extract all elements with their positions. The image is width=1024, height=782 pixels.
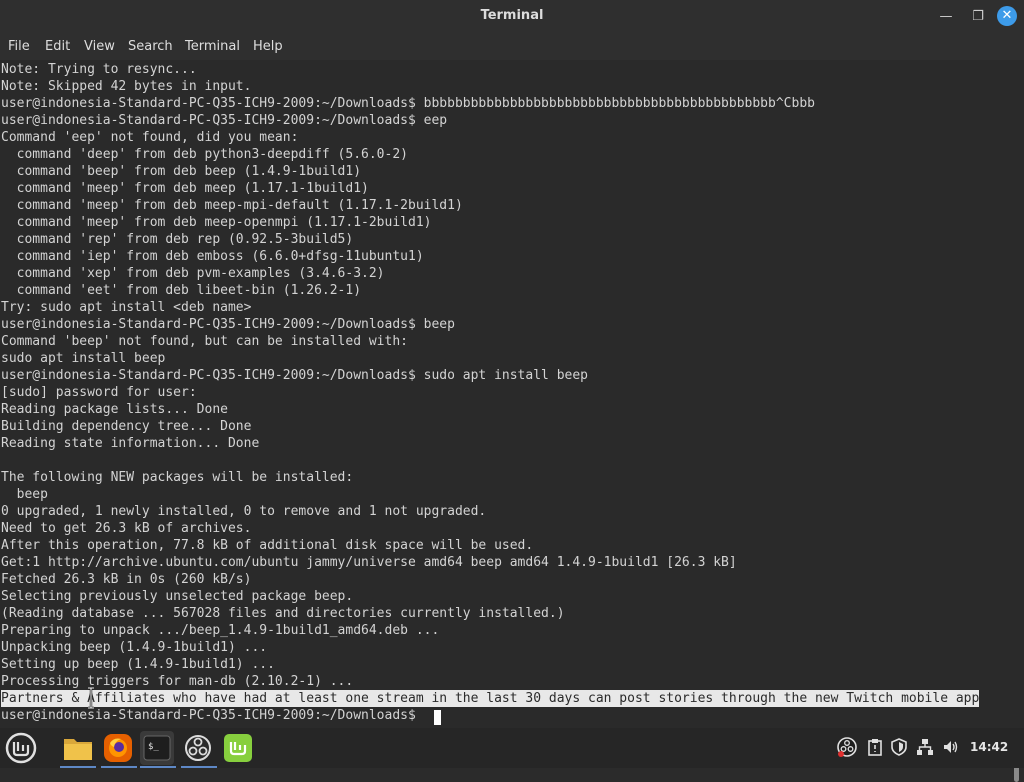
maximize-icon: ❐	[972, 9, 984, 24]
terminal-line: command 'meep' from deb meep-mpi-default…	[1, 198, 463, 213]
firefox-icon	[104, 734, 132, 762]
terminal-line: After this operation, 77.8 kB of additio…	[1, 538, 534, 553]
terminal-line: [sudo] password for user:	[1, 385, 197, 400]
folder-icon	[64, 739, 92, 760]
text-cursor	[434, 710, 441, 725]
files-button[interactable]	[60, 731, 96, 768]
mouse-ibeam-icon	[88, 687, 94, 709]
terminal-line: command 'xep' from deb pvm-examples (3.4…	[1, 266, 385, 281]
menu-bar: File Edit View Search Terminal Help	[0, 34, 1024, 60]
minimize-icon: —	[939, 9, 953, 24]
terminal-line: command 'eet' from deb libeet-bin (1.26.…	[1, 283, 362, 298]
close-icon: ✕	[1001, 8, 1013, 23]
taskbar: $_ 14:42	[0, 728, 1024, 768]
mint-logo-icon	[5, 732, 37, 764]
menu-view[interactable]: View	[84, 39, 115, 54]
terminal-line: beep	[1, 487, 48, 502]
terminal-line: Preparing to unpack .../beep_1.4.9-1buil…	[1, 623, 440, 638]
terminal-icon-glyph: $_	[148, 742, 159, 752]
terminal-line: command 'meep' from deb meep (1.17.1-1bu…	[1, 181, 369, 196]
clipboard-icon[interactable]	[866, 738, 884, 756]
firefox-button[interactable]	[101, 731, 137, 768]
terminal-line: Setting up beep (1.4.9-1build1) ...	[1, 657, 275, 672]
obs-button[interactable]	[181, 731, 217, 768]
terminal-icon: $_	[143, 735, 171, 761]
terminal-line: Note: Trying to resync...	[1, 62, 197, 77]
obs-icon	[185, 735, 211, 761]
terminal-line: command 'rep' from deb rep (0.92.5-3buil…	[1, 232, 354, 247]
terminal-line: user@indonesia-Standard-PC-Q35-ICH9-2009…	[1, 708, 424, 723]
close-button[interactable]: ✕	[997, 6, 1017, 26]
terminal-line: (Reading database ... 567028 files and d…	[1, 606, 565, 621]
shield-icon[interactable]	[890, 738, 908, 756]
maximize-button[interactable]: ❐	[968, 7, 988, 27]
terminal-line: user@indonesia-Standard-PC-Q35-ICH9-2009…	[1, 368, 588, 383]
terminal-line: command 'meep' from deb meep-openmpi (1.…	[1, 215, 432, 230]
terminal-line: user@indonesia-Standard-PC-Q35-ICH9-2009…	[1, 96, 815, 111]
terminal-line: Need to get 26.3 kB of archives.	[1, 521, 252, 536]
menu-terminal[interactable]: Terminal	[185, 39, 240, 54]
network-icon[interactable]	[916, 738, 934, 756]
menu-search[interactable]: Search	[128, 39, 173, 54]
volume-icon[interactable]	[942, 738, 960, 756]
terminal-line: The following NEW packages will be insta…	[1, 470, 354, 485]
highlighted-terminal-line: Partners & Affiliates who have had at le…	[1, 690, 980, 707]
terminal-line: command 'deep' from deb python3-deepdiff…	[1, 147, 408, 162]
mint-menu-button[interactable]	[4, 731, 38, 765]
terminal-line: Processing triggers for man-db (2.10.2-1…	[1, 674, 354, 689]
mint-software-icon	[224, 734, 252, 762]
terminal-line: Selecting previously unselected package …	[1, 589, 354, 604]
terminal-line: Unpacking beep (1.4.9-1build1) ...	[1, 640, 268, 655]
terminal-line: Get:1 http://archive.ubuntu.com/ubuntu j…	[1, 555, 737, 570]
window-title: Terminal	[480, 8, 544, 23]
terminal-line: Try: sudo apt install <deb name>	[1, 300, 252, 315]
terminal-taskbar-button[interactable]: $_	[140, 731, 176, 768]
terminal-line: Fetched 26.3 kB in 0s (260 kB/s)	[1, 572, 252, 587]
terminal-line: Command 'eep' not found, did you mean:	[1, 130, 299, 145]
title-bar: Terminal — ❐ ✕	[0, 0, 1024, 34]
terminal-line: 0 upgraded, 1 newly installed, 0 to remo…	[1, 504, 487, 519]
terminal-line: command 'beep' from deb beep (1.4.9-1bui…	[1, 164, 362, 179]
terminal-line: Note: Skipped 42 bytes in input.	[1, 79, 252, 94]
terminal-line: Building dependency tree... Done	[1, 419, 252, 434]
terminal-line: user@indonesia-Standard-PC-Q35-ICH9-2009…	[1, 317, 455, 332]
minimize-button[interactable]: —	[936, 7, 956, 27]
terminal-line: Command 'beep' not found, but can be ins…	[1, 334, 408, 349]
clock[interactable]: 14:42	[970, 740, 1008, 754]
menu-edit[interactable]: Edit	[45, 39, 70, 54]
software-manager-button[interactable]	[221, 731, 255, 765]
terminal-line: Reading package lists... Done	[1, 402, 228, 417]
menu-file[interactable]: File	[8, 39, 30, 54]
menu-help[interactable]: Help	[253, 39, 283, 54]
terminal-line: user@indonesia-Standard-PC-Q35-ICH9-2009…	[1, 113, 448, 128]
terminal-line: command 'iep' from deb emboss (6.6.0+dfs…	[1, 249, 424, 264]
terminal-output[interactable]: user@indonesia-Standard-PC-Q35-ICH9-2009…	[0, 60, 1024, 782]
terminal-line: Reading state information... Done	[1, 436, 260, 451]
obs-tray-icon[interactable]	[836, 736, 858, 758]
terminal-line: sudo apt install beep	[1, 351, 166, 366]
